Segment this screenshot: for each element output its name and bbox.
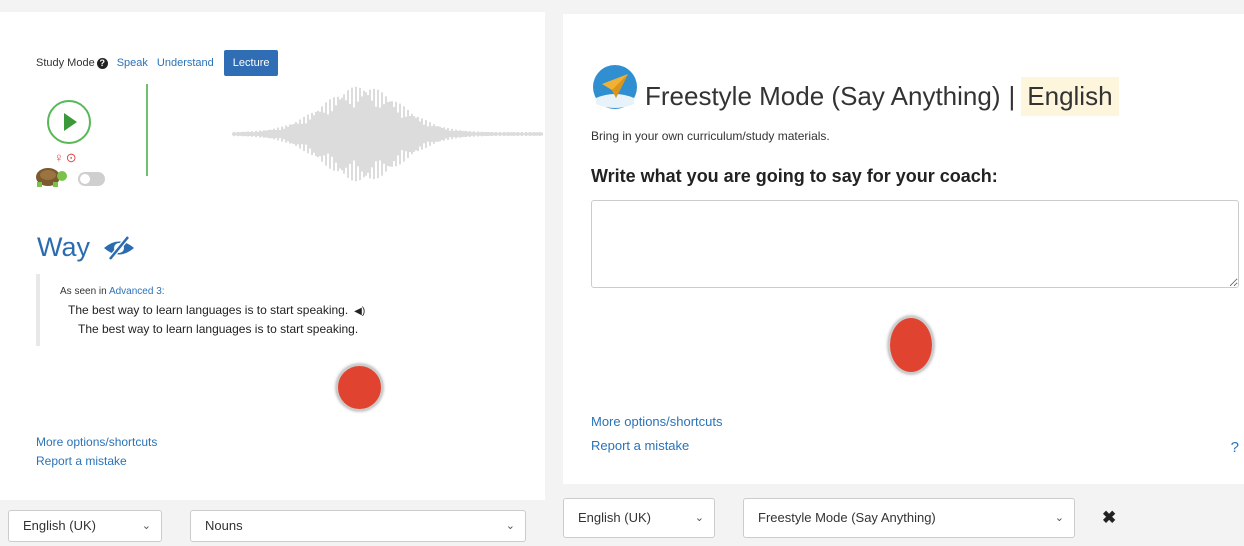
coach-text-input[interactable] [591, 200, 1239, 288]
hide-eye-icon[interactable] [102, 234, 136, 261]
more-options-link[interactable]: More options/shortcuts [591, 414, 723, 429]
mode-understand-link[interactable]: Understand [157, 57, 214, 69]
page-title: Freestyle Mode (Say Anything) | English [645, 77, 1119, 116]
word-text: Way [37, 232, 90, 262]
example-sentence: The best way to learn languages is to st… [68, 303, 366, 317]
example-translation: The best way to learn languages is to st… [78, 322, 359, 336]
study-mode-bar: Study Mode ? Speak Understand Lecture [36, 50, 279, 76]
record-button[interactable] [336, 364, 383, 411]
right-mode-select[interactable]: Freestyle Mode (Say Anything) ⌄ [743, 498, 1075, 538]
close-icon[interactable]: ✖ [1102, 508, 1116, 528]
example-source-link[interactable]: Advanced 3: [109, 286, 165, 297]
study-mode-label: Study Mode [36, 57, 95, 69]
freestyle-panel: Freestyle Mode (Say Anything) | English … [563, 14, 1244, 484]
title-language: English [1021, 77, 1119, 116]
subtitle: Bring in your own curriculum/study mater… [591, 129, 830, 143]
paper-plane-logo-icon [593, 65, 637, 109]
mode-lecture-button[interactable]: Lecture [223, 50, 279, 76]
vocab-word: Way [37, 232, 136, 263]
play-button[interactable] [47, 100, 91, 144]
left-category-select[interactable]: Nouns ⌄ [190, 510, 526, 542]
report-mistake-link[interactable]: Report a mistake [36, 454, 127, 468]
mode-speak-link[interactable]: Speak [117, 57, 148, 69]
play-icon [64, 113, 77, 131]
playback-cursor [146, 84, 148, 176]
left-language-select[interactable]: English (UK) ⌄ [8, 510, 162, 542]
study-panel: Study Mode ? Speak Understand Lecture ♀⊙… [0, 12, 545, 500]
slow-mode-toggle[interactable] [78, 172, 105, 186]
prompt-label: Write what you are going to say for your… [591, 166, 998, 186]
title-text: Freestyle Mode (Say Anything) [645, 81, 1001, 111]
turtle-icon [36, 168, 67, 187]
right-language-select[interactable]: English (UK) ⌄ [563, 498, 715, 538]
help-icon[interactable]: ? [96, 57, 108, 69]
example-source: As seen in Advanced 3: [60, 286, 165, 297]
chevron-down-icon: ⌄ [141, 520, 151, 532]
chevron-down-icon: ⌄ [1054, 512, 1064, 524]
chevron-down-icon: ⌄ [694, 512, 704, 524]
example-block: As seen in Advanced 3: The best way to l… [36, 274, 460, 346]
record-button[interactable] [888, 316, 934, 374]
chevron-down-icon: ⌄ [505, 520, 515, 532]
help-icon[interactable]: ? [1231, 439, 1239, 456]
speaker-icon[interactable]: ◀) [354, 306, 365, 317]
more-options-link[interactable]: More options/shortcuts [36, 435, 157, 449]
voice-options-icons[interactable]: ♀⊙ [54, 150, 79, 166]
audio-waveform[interactable] [232, 84, 545, 184]
title-separator: | [1008, 81, 1016, 111]
report-mistake-link[interactable]: Report a mistake [591, 438, 689, 453]
